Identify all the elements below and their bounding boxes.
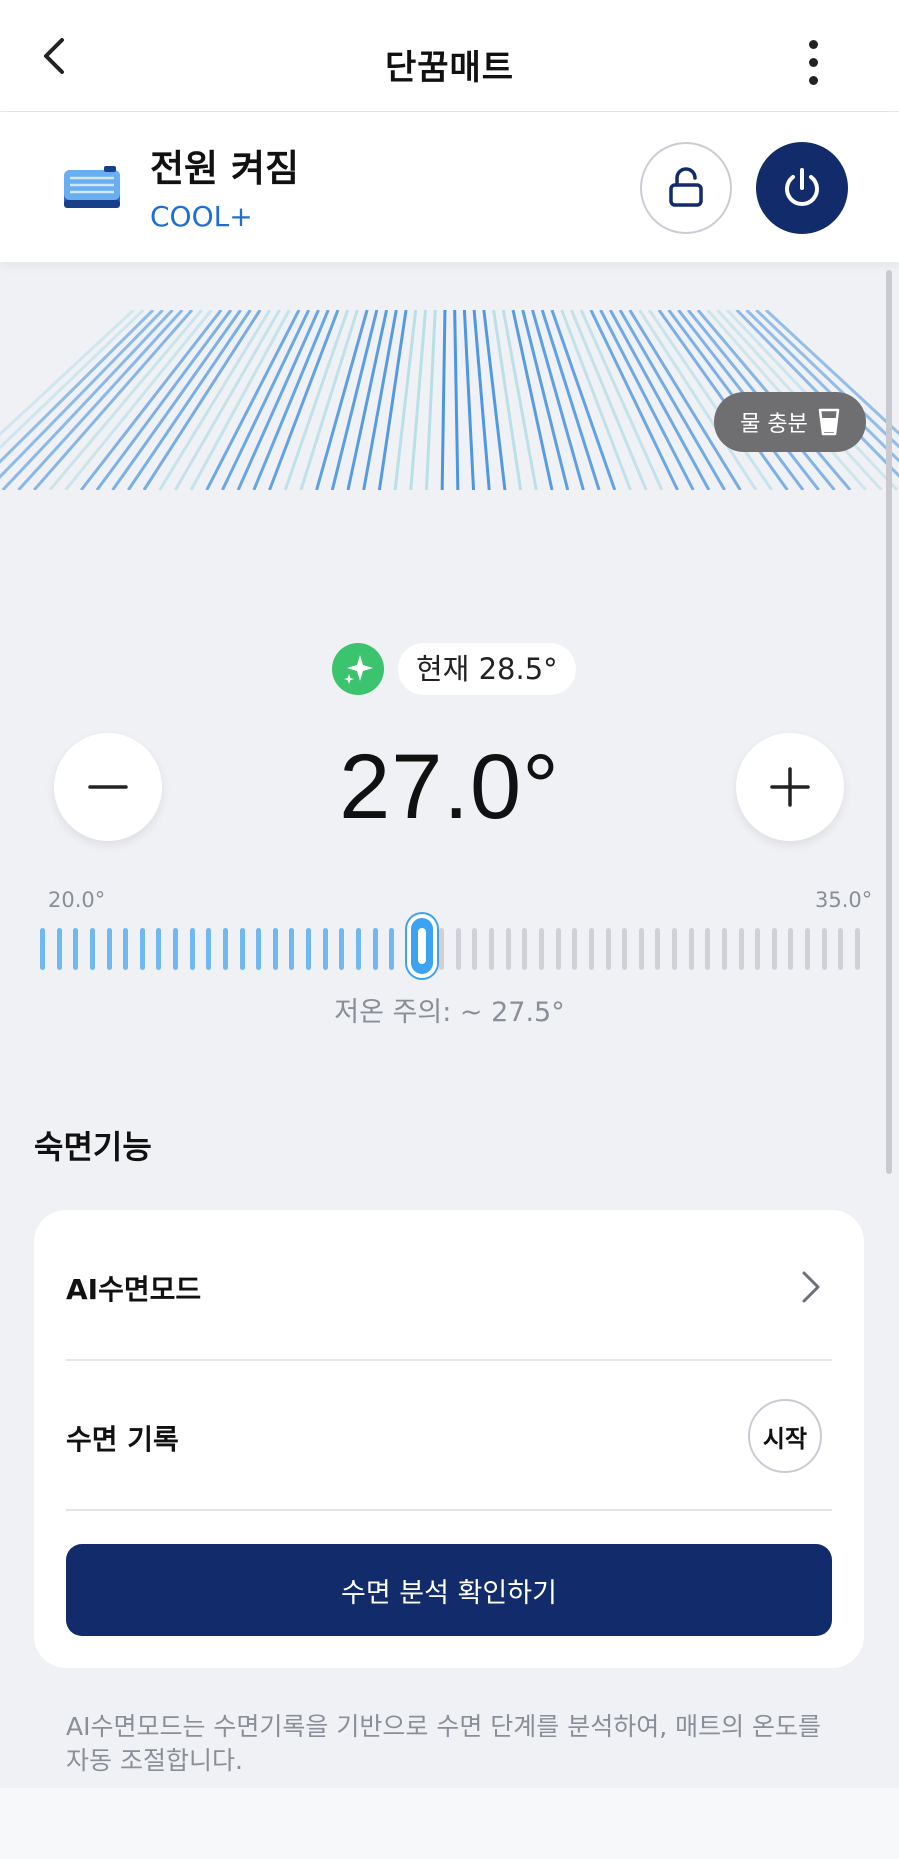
wave-line [315, 310, 369, 490]
ai-sparkle-icon [332, 643, 384, 695]
slider-tick [805, 928, 811, 970]
power-button[interactable] [756, 142, 848, 234]
slider-tick [605, 928, 611, 970]
more-options-button[interactable] [790, 40, 836, 90]
chevron-right-icon [802, 1271, 820, 1303]
slider-tick [771, 928, 777, 970]
app-bar: 단꿈매트 [0, 0, 899, 112]
slider-tick [788, 928, 794, 970]
slider-tick [455, 928, 461, 970]
wave-line [531, 310, 585, 490]
device-status-card: 전원 켜짐 COOL+ [0, 112, 899, 262]
increase-temp-button[interactable] [736, 733, 844, 841]
slider-tick [705, 928, 711, 970]
slider-min-label: 20.0° [48, 888, 106, 912]
slider-tick [755, 928, 761, 970]
slider-tick [206, 928, 212, 970]
bottom-area [0, 1788, 899, 1859]
slider-tick [356, 928, 362, 970]
slider-tick [173, 928, 179, 970]
divider [66, 1509, 832, 1511]
sleep-analysis-button[interactable]: 수면 분석 확인하기 [66, 1544, 832, 1636]
slider-tick [123, 928, 129, 970]
wave-line [440, 310, 447, 490]
section-title-sleep: 숙면기능 [34, 1128, 152, 1166]
slider-tick [40, 928, 45, 970]
sleep-features-card: AI수면모드 수면 기록 시작 수면 분석 확인하기 [34, 1210, 864, 1668]
slider-tick [622, 928, 628, 970]
mode-label: COOL+ [150, 200, 253, 233]
temperature-slider[interactable] [40, 914, 860, 980]
slider-tick [306, 928, 312, 970]
power-icon [785, 168, 819, 206]
slider-tick [572, 928, 578, 970]
low-temp-warning: 저온 주의: ~ 27.5° [334, 997, 565, 1028]
wave-line [424, 310, 437, 490]
slider-thumb[interactable] [407, 914, 438, 978]
slider-tick [56, 928, 62, 970]
slider-tick [89, 928, 95, 970]
wave-line [462, 310, 476, 490]
slider-tick [156, 928, 162, 970]
slider-max-label: 35.0° [815, 888, 873, 912]
more-vertical-icon [790, 40, 836, 85]
slider-tick [73, 928, 79, 970]
slider-tick [489, 928, 495, 970]
slider-tick [838, 928, 844, 970]
slider-tick [672, 928, 678, 970]
ai-sleep-mode-row[interactable]: AI수면모드 [34, 1210, 864, 1360]
slider-tick [855, 928, 860, 970]
slider-tick [372, 928, 378, 970]
slider-tick [339, 928, 345, 970]
sleep-record-label: 수면 기록 [66, 1423, 179, 1456]
slider-tick [222, 928, 228, 970]
slider-tick [655, 928, 661, 970]
mat-icon [64, 166, 120, 208]
slider-tick [106, 928, 112, 970]
slider-tick [272, 928, 278, 970]
slider-tick [289, 928, 295, 970]
current-temp-badge: 현재 28.5° [398, 643, 576, 695]
page-title: 단꿈매트 [384, 48, 515, 88]
ai-sleep-mode-label: AI수면모드 [66, 1273, 202, 1306]
slider-tick [239, 928, 245, 970]
plus-icon [770, 767, 810, 807]
unlock-icon [669, 167, 703, 207]
slider-tick [638, 928, 644, 970]
slider-tick [588, 928, 594, 970]
slider-tick [189, 928, 195, 970]
ai-sleep-description: AI수면모드는 수면기록을 기반으로 수면 단계를 분석하여, 매트의 온도를 … [66, 1712, 822, 1775]
slider-tick [139, 928, 145, 970]
slider-tick [538, 928, 544, 970]
slider-tick [439, 928, 445, 970]
sleep-record-start-button[interactable]: 시작 [748, 1399, 822, 1473]
wave-line [609, 310, 711, 490]
slider-tick [472, 928, 478, 970]
water-cup-icon [818, 408, 840, 436]
wave-line [189, 310, 291, 490]
power-status-text: 전원 켜짐 [150, 147, 300, 190]
divider [66, 1359, 832, 1361]
slider-tick [721, 928, 727, 970]
slider-tick [522, 928, 528, 970]
wave-line [453, 310, 460, 490]
slider-tick [688, 928, 694, 970]
slider-tick [256, 928, 262, 970]
lock-button[interactable] [640, 142, 732, 234]
water-level-label: 물 충분 [740, 412, 808, 437]
slider-tick [322, 928, 328, 970]
slider-tick [821, 928, 827, 970]
slider-tick [389, 928, 395, 970]
slider-tick [738, 928, 744, 970]
scrollbar[interactable] [886, 270, 892, 1174]
slider-tick [505, 928, 511, 970]
slider-tick [555, 928, 561, 970]
water-level-badge[interactable]: 물 충분 [714, 392, 866, 452]
